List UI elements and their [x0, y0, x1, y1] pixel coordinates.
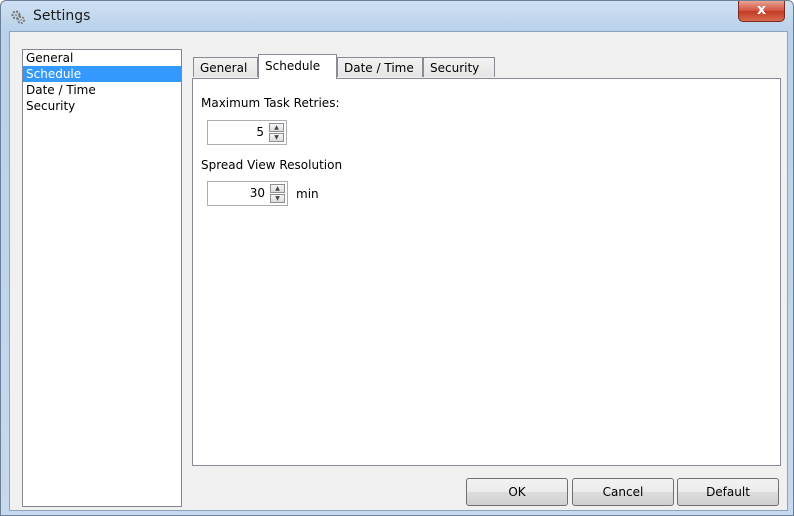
arrow-up-icon: ▲: [274, 124, 279, 131]
spread-down-button[interactable]: ▼: [270, 194, 285, 203]
spread-unit-label: min: [296, 187, 319, 201]
schedule-panel: Maximum Task Retries: 5 ▲ ▼ Spread View …: [192, 78, 781, 466]
spread-resolution-spinbox[interactable]: 30 ▲ ▼: [207, 181, 288, 206]
max-retries-up-button[interactable]: ▲: [269, 123, 284, 132]
category-item-date-time[interactable]: Date / Time: [23, 82, 181, 98]
category-item-schedule[interactable]: Schedule: [23, 66, 181, 82]
cancel-button[interactable]: Cancel: [572, 478, 674, 506]
spread-resolution-label: Spread View Resolution: [201, 158, 343, 172]
spread-resolution-spin-buttons: ▲ ▼: [270, 184, 285, 203]
settings-window: Settings x General Schedule Date / Time …: [0, 0, 794, 516]
max-retries-label: Maximum Task Retries:: [201, 96, 340, 110]
tab-general[interactable]: General: [193, 57, 258, 77]
max-retries-down-button[interactable]: ▼: [269, 133, 284, 142]
dialog-body: General Schedule Date / Time Security Ge…: [9, 31, 788, 511]
default-button[interactable]: Default: [677, 478, 779, 506]
arrow-down-icon: ▼: [275, 195, 280, 202]
max-retries-spin-buttons: ▲ ▼: [269, 123, 284, 142]
max-retries-spinbox[interactable]: 5 ▲ ▼: [207, 120, 287, 145]
spread-up-button[interactable]: ▲: [270, 184, 285, 193]
spread-resolution-value[interactable]: 30: [250, 182, 265, 205]
category-item-security[interactable]: Security: [23, 98, 181, 114]
title-bar: Settings x: [1, 1, 793, 31]
max-retries-value[interactable]: 5: [256, 121, 264, 144]
close-icon: x: [756, 2, 767, 18]
arrow-up-icon: ▲: [275, 185, 280, 192]
category-list[interactable]: General Schedule Date / Time Security: [22, 49, 182, 507]
gears-icon: [10, 9, 26, 25]
category-item-general[interactable]: General: [23, 50, 181, 66]
close-button[interactable]: x: [738, 1, 785, 22]
tab-date-time[interactable]: Date / Time: [337, 57, 423, 77]
tab-schedule[interactable]: Schedule: [258, 54, 337, 79]
arrow-down-icon: ▼: [274, 134, 279, 141]
tab-security[interactable]: Security: [423, 57, 495, 77]
ok-button[interactable]: OK: [466, 478, 568, 506]
window-title: Settings: [33, 8, 91, 24]
